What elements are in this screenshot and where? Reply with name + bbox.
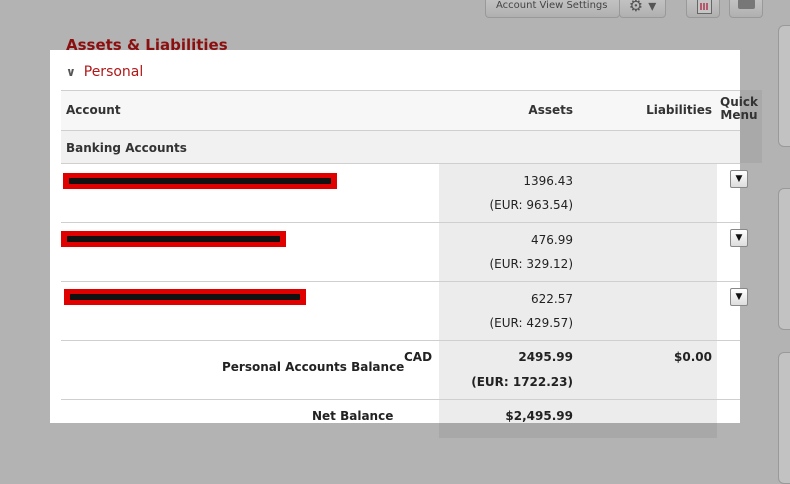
column-header-assets: Assets — [528, 103, 573, 117]
net-balance-value: $2,495.99 — [505, 409, 573, 423]
group-title: Personal — [83, 64, 144, 80]
row-assets-eur: (EUR: 963.54) — [489, 198, 573, 212]
category-label: Banking Accounts — [66, 141, 187, 155]
balance-liabilities: $0.00 — [674, 350, 712, 364]
gear-icon[interactable]: ⚙ ▾ — [619, 0, 666, 18]
side-panel-tab[interactable] — [778, 25, 790, 147]
balance-currency: CAD — [404, 350, 433, 364]
balance-assets-eur: (EUR: 1722.23) — [471, 375, 573, 389]
divider — [61, 399, 740, 400]
divider — [61, 222, 740, 223]
calculator-icon — [697, 0, 712, 14]
side-panel-tab[interactable] — [778, 352, 790, 484]
redacted-account-name[interactable] — [63, 173, 337, 189]
row-assets-amount: 476.99 — [531, 233, 573, 247]
personal-group-heading[interactable]: ∨ Personal — [66, 64, 143, 80]
divider — [61, 340, 740, 341]
quick-menu-dropdown[interactable]: ▼ — [730, 170, 748, 188]
row-assets-eur: (EUR: 329.12) — [489, 257, 573, 271]
chevron-down-icon[interactable]: ∨ — [66, 65, 76, 79]
side-panel-tab[interactable] — [778, 188, 790, 330]
section-title: Assets & Liabilities — [66, 36, 228, 54]
divider — [61, 163, 740, 164]
calculator-button[interactable] — [686, 0, 720, 18]
quick-menu-dropdown[interactable]: ▼ — [730, 288, 748, 306]
row-assets-amount: 1396.43 — [523, 174, 573, 188]
account-view-settings-button[interactable]: Account View Settings — [485, 0, 620, 18]
divider — [61, 281, 740, 282]
redacted-account-name[interactable] — [61, 231, 286, 247]
column-header-row — [61, 91, 740, 130]
column-header-liabilities: Liabilities — [646, 103, 712, 117]
row-assets-amount: 622.57 — [531, 292, 573, 306]
quick-menu-dropdown[interactable]: ▼ — [730, 229, 748, 247]
redacted-account-name[interactable] — [64, 289, 306, 305]
printer-icon — [738, 0, 755, 9]
column-header-quick-menu: Quick Menu — [720, 95, 758, 122]
assets-column-overhang — [439, 423, 717, 438]
net-balance-label: Net Balance — [312, 409, 394, 423]
column-header-account: Account — [66, 103, 121, 117]
personal-balance-label: Personal Accounts Balance — [222, 360, 405, 374]
balance-assets: 2495.99 — [518, 350, 573, 364]
row-assets-eur: (EUR: 429.57) — [489, 316, 573, 330]
print-button[interactable] — [729, 0, 763, 18]
